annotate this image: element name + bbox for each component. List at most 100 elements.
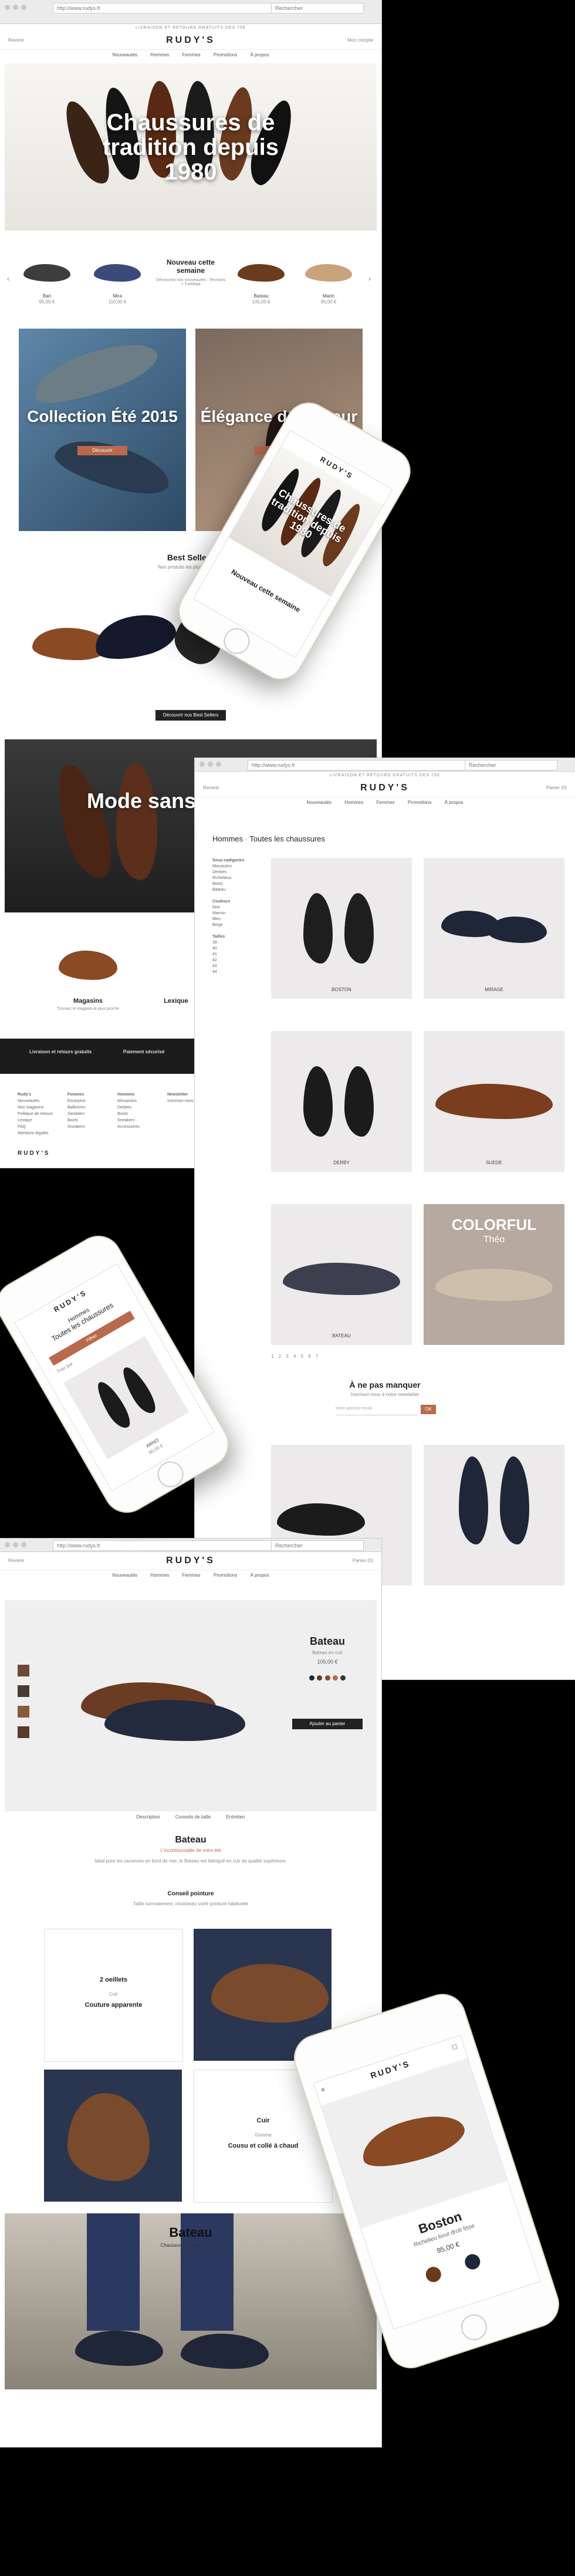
- address-bar[interactable]: http://www.rudys.fr: [53, 3, 280, 13]
- filter-item[interactable]: 44: [212, 970, 217, 974]
- footer-link[interactable]: Boots: [67, 1118, 78, 1123]
- filter-item[interactable]: Marron: [212, 911, 225, 915]
- footer-link[interactable]: Politique de retours: [18, 1112, 53, 1116]
- footer-link[interactable]: Sneakers: [117, 1118, 135, 1123]
- promo-tile[interactable]: COLORFUL Théo: [424, 1204, 564, 1345]
- nav-item-promotions[interactable]: Promotions: [214, 52, 237, 58]
- footer-link[interactable]: Sandales: [67, 1112, 84, 1116]
- filter-item[interactable]: Bateau: [212, 888, 225, 892]
- filter-item[interactable]: Mocassins: [212, 864, 232, 868]
- filter-item[interactable]: Boots: [212, 882, 223, 886]
- filter-item[interactable]: 43: [212, 964, 217, 968]
- nav-item-men[interactable]: Hommes: [150, 52, 169, 58]
- nav-item-new[interactable]: Nouveautés: [306, 800, 332, 805]
- newsletter-email-input[interactable]: Votre adresse email: [336, 1407, 418, 1415]
- gallery-thumbnail[interactable]: [18, 1706, 29, 1718]
- best-sellers-button[interactable]: Découvrir nos Best Sellers: [155, 710, 226, 721]
- footer-link[interactable]: Derbies: [117, 1106, 131, 1110]
- window-minimize-icon[interactable]: [13, 1542, 18, 1547]
- nav-item-new[interactable]: Nouveautés: [112, 1573, 137, 1578]
- browser-search-input[interactable]: Rechercher: [465, 760, 557, 770]
- nav-item-about[interactable]: À propos: [445, 800, 464, 805]
- nav-item-about[interactable]: À propos: [251, 52, 269, 58]
- brand-logo[interactable]: RUDY'S: [195, 783, 575, 793]
- footer-link[interactable]: Mentions légales: [18, 1131, 49, 1135]
- carousel-item[interactable]: Bari 95,00 €: [18, 258, 76, 305]
- footer-link[interactable]: Nos magasins: [18, 1106, 43, 1110]
- color-swatch[interactable]: [317, 1675, 323, 1681]
- footer-link[interactable]: Mocassins: [117, 1099, 137, 1103]
- nav-item-women[interactable]: Femmes: [182, 1573, 201, 1578]
- shoe-image[interactable]: [90, 606, 180, 667]
- collection-summer-button[interactable]: Découvrir: [77, 446, 127, 455]
- product-card[interactable]: [424, 1445, 564, 1586]
- nav-item-promotions[interactable]: Promotions: [408, 800, 431, 805]
- window-maximize-icon[interactable]: [21, 5, 26, 10]
- brand-logo[interactable]: RUDY'S: [0, 35, 381, 46]
- filter-item[interactable]: Bleu: [212, 917, 221, 921]
- footer-link[interactable]: Nouveautés: [18, 1099, 39, 1103]
- filter-item[interactable]: 40: [212, 946, 217, 951]
- filter-item[interactable]: Beige: [212, 923, 223, 927]
- footer-link[interactable]: Ballerines: [67, 1106, 86, 1110]
- footer-link[interactable]: Boots: [117, 1112, 128, 1116]
- footer-link[interactable]: Sneakers: [67, 1125, 85, 1129]
- footer-logo[interactable]: RUDY'S: [18, 1150, 50, 1157]
- filter-item[interactable]: Derbies: [212, 870, 226, 874]
- browser-search-input[interactable]: Rechercher: [271, 3, 364, 13]
- product-card[interactable]: DERBY: [271, 1031, 412, 1172]
- account-link[interactable]: Mon compte: [347, 38, 373, 43]
- nav-item-about[interactable]: À propos: [251, 1573, 269, 1578]
- nav-item-women[interactable]: Femmes: [182, 52, 201, 58]
- nav-item-men[interactable]: Hommes: [150, 1573, 169, 1578]
- nav-item-new[interactable]: Nouveautés: [112, 52, 137, 58]
- tab-description[interactable]: Description: [137, 1814, 160, 1820]
- product-card[interactable]: MIRAGE: [424, 858, 564, 999]
- collection-summer-tile[interactable]: Collection Été 2015 Découvrir: [19, 329, 186, 531]
- nav-item-promotions[interactable]: Promotions: [214, 1573, 237, 1578]
- carousel-item[interactable]: Bateau 105,00 €: [232, 258, 290, 305]
- filter-item[interactable]: 41: [212, 952, 217, 956]
- footer-link[interactable]: Accessoires: [117, 1125, 140, 1129]
- carousel-item[interactable]: Marin 95,00 €: [299, 258, 358, 305]
- product-card[interactable]: SUEDE: [424, 1031, 564, 1172]
- color-swatch[interactable]: [424, 2264, 444, 2284]
- address-bar[interactable]: http://www.rudys.fr: [53, 1540, 280, 1551]
- color-swatch[interactable]: [324, 1675, 330, 1681]
- window-maximize-icon[interactable]: [216, 762, 221, 767]
- product-card[interactable]: BATEAU: [271, 1204, 412, 1345]
- filter-item[interactable]: 39: [212, 941, 217, 945]
- window-maximize-icon[interactable]: [21, 1542, 26, 1547]
- color-swatch[interactable]: [462, 2252, 482, 2271]
- gallery-thumbnail[interactable]: [18, 1665, 29, 1676]
- carousel-item[interactable]: Mira 110,00 €: [88, 258, 147, 305]
- nav-item-men[interactable]: Hommes: [344, 800, 363, 805]
- window-close-icon[interactable]: [199, 762, 205, 767]
- filter-item[interactable]: Noir: [212, 905, 220, 910]
- color-swatch[interactable]: [332, 1675, 338, 1681]
- phone-home-button[interactable]: [458, 2311, 491, 2344]
- footer-link[interactable]: Escarpins: [67, 1099, 86, 1103]
- footer-link[interactable]: Lexique: [18, 1118, 32, 1123]
- filter-item[interactable]: Richelieus: [212, 876, 231, 880]
- gallery-thumbnail[interactable]: [18, 1685, 29, 1697]
- brand-logo[interactable]: RUDY'S: [0, 1556, 381, 1566]
- phone-sort-label[interactable]: Trier par: [56, 1361, 73, 1374]
- address-bar[interactable]: http://www.rudys.fr: [248, 760, 475, 770]
- cart-link[interactable]: Panier (0): [353, 1558, 373, 1563]
- newsletter-ok-button[interactable]: OK: [421, 1405, 436, 1414]
- carousel-prev-icon[interactable]: ‹: [7, 275, 9, 283]
- pagination[interactable]: 1 2 3 4 5 6 7: [271, 1354, 320, 1359]
- window-close-icon[interactable]: [5, 1542, 10, 1547]
- hero-banner[interactable]: Chaussures de tradition depuis 1980: [5, 63, 377, 231]
- gallery-thumbnail[interactable]: [18, 1726, 29, 1738]
- color-swatch[interactable]: [340, 1675, 346, 1681]
- color-swatch[interactable]: [309, 1675, 314, 1681]
- tab-size-advice[interactable]: Conseils de taille: [175, 1814, 211, 1820]
- window-minimize-icon[interactable]: [208, 762, 213, 767]
- browser-search-input[interactable]: Rechercher: [271, 1540, 364, 1551]
- stores-block[interactable]: Magasins Trouvez le magasin le plus proc…: [35, 945, 141, 1027]
- carousel-next-icon[interactable]: ›: [368, 275, 371, 283]
- footer-link[interactable]: FAQ: [18, 1125, 26, 1129]
- product-card[interactable]: BOSTON: [271, 858, 412, 999]
